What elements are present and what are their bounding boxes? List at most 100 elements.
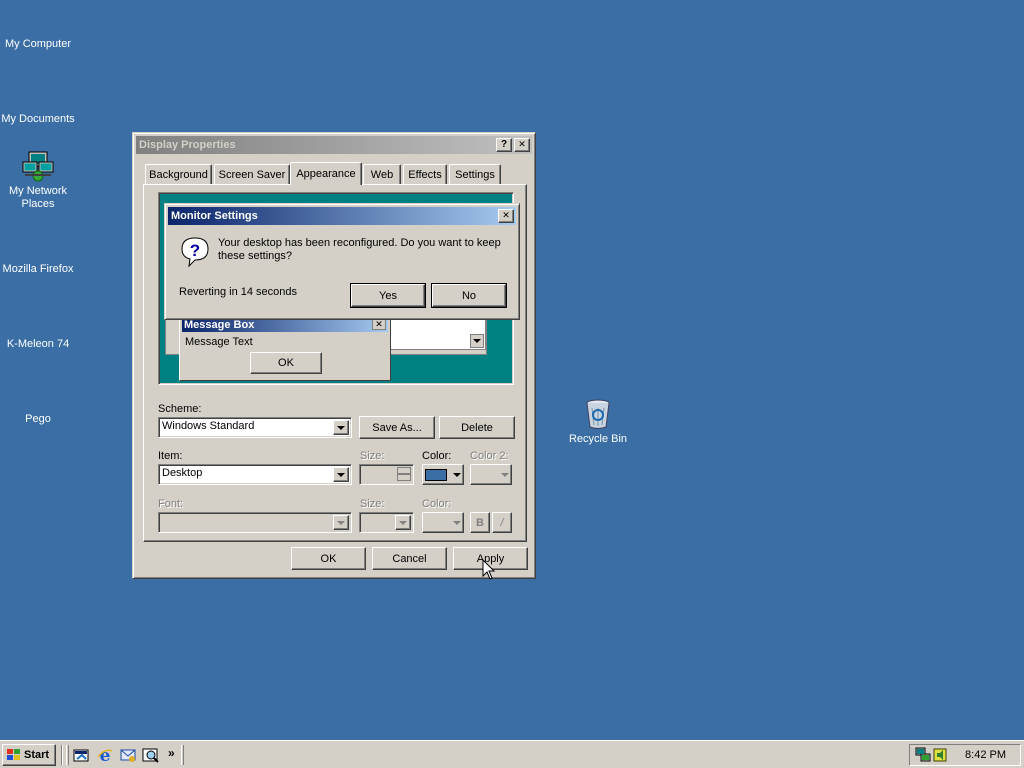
ok-button[interactable]: OK [291,547,366,570]
scheme-select[interactable]: Windows Standard [158,417,352,438]
close-button[interactable]: ✕ [514,138,530,152]
desktop-icon-label: My Documents [1,113,75,125]
dialog-title: Monitor Settings [171,210,258,222]
desktop-icon-k-meleon[interactable]: K-Meleon 74 [0,338,76,351]
monitor-settings-titlebar[interactable]: Monitor Settings ✕ [168,207,516,225]
tab-background[interactable]: Background [145,164,212,184]
volume-tray-icon[interactable] [932,747,948,763]
taskbar-grip[interactable] [181,745,184,765]
taskbar: Start e » 8:42 PM [0,740,1024,768]
start-label: Start [24,749,50,761]
color-swatch [425,468,447,481]
italic-icon: / [500,516,504,529]
desktop-icon-recycle-bin[interactable]: Recycle Bin [560,398,636,446]
scheme-label: Scheme: [158,403,202,415]
help-icon: ? [500,139,508,150]
desktop-icon-firefox[interactable]: Mozilla Firefox [0,263,76,276]
window-title: Display Properties [139,139,236,151]
internet-explorer-icon[interactable]: e [96,746,114,764]
size-spinner[interactable] [359,464,414,485]
desktop-icon-network-places[interactable]: My Network Places [0,150,76,211]
recycle-bin-icon [586,399,610,429]
chevron-down-icon [337,520,345,525]
chevron-down-icon [501,472,509,477]
scheme-value: Windows Standard [162,420,255,432]
quicklaunch-grip[interactable] [66,745,69,765]
item-select[interactable]: Desktop [158,464,352,485]
desktop-icon-my-documents[interactable]: My Documents [0,113,76,126]
spin-up-icon[interactable] [397,467,411,474]
spin-down-icon[interactable] [397,474,411,481]
color2-picker-button[interactable] [470,464,512,485]
tab-effects[interactable]: Effects [403,164,447,184]
delete-button[interactable]: Delete [439,416,515,439]
desktop-icon-label: My Computer [4,38,72,50]
clock[interactable]: 8:42 PM [965,749,1006,761]
outlook-express-icon[interactable] [119,746,137,764]
font-color-button[interactable] [422,512,464,533]
svg-text:e: e [100,746,111,764]
start-button[interactable]: Start [2,744,56,766]
explorer-search-icon[interactable] [142,746,160,764]
save-as-button[interactable]: Save As... [359,416,435,439]
svg-text:?: ? [190,241,200,260]
network-tray-icon[interactable] [914,747,932,763]
preview-message-text: Message Text [185,336,253,348]
preview-ok-button: OK [250,352,322,374]
help-button[interactable]: ? [496,138,512,152]
desktop-icon-pego[interactable]: Pego [0,413,76,426]
tab-appearance[interactable]: Appearance [290,162,362,185]
no-button[interactable]: No [431,283,507,308]
display-properties-window: Display Properties ? ✕ Background Screen… [132,132,536,579]
font-size-dropdown-button[interactable] [395,515,411,530]
bold-icon: B [476,516,484,529]
desktop-icon-label: Recycle Bin [568,433,628,445]
quicklaunch-more-chevron[interactable]: » [168,746,175,760]
show-desktop-icon[interactable] [73,747,90,763]
monitor-settings-dialog: Monitor Settings ✕ ? Your desktop has be… [164,203,520,320]
question-icon: ? [181,237,209,268]
font-size-select[interactable] [359,512,414,533]
font-dropdown-button[interactable] [333,515,349,530]
item-dropdown-button[interactable] [333,467,349,482]
cancel-button[interactable]: Cancel [372,547,447,570]
scheme-dropdown-button[interactable] [333,420,349,435]
font-select[interactable] [158,512,352,533]
color-label: Color: [422,450,452,462]
color2-label: Color 2: [470,450,509,462]
item-label: Item: [158,450,183,462]
network-places-icon [22,151,54,182]
display-properties-titlebar[interactable]: Display Properties ? ✕ [136,136,532,154]
font-color-label: Color: [422,498,452,510]
desktop-icon-label: K-Meleon 74 [6,338,70,350]
font-size-label: Size: [360,498,385,510]
chevron-down-icon [399,520,407,525]
item-value: Desktop [162,467,203,479]
preview-scroll-down [470,334,484,348]
desktop-icon-my-computer[interactable]: My Computer [0,38,76,51]
chevron-down-icon [453,520,461,525]
tab-settings[interactable]: Settings [449,164,501,184]
chevron-down-icon [453,472,461,477]
color-picker-button[interactable] [422,464,464,485]
dialog-close-button[interactable]: ✕ [498,209,514,223]
preview-message-box: Message Box ✕ Message Text OK [179,315,391,381]
color2-swatch [473,469,495,481]
countdown-text: Reverting in 14 seconds [179,286,298,298]
close-icon: ✕ [502,210,510,220]
italic-button[interactable]: / [492,512,512,533]
desktop: My Computer My Documents My Network Plac… [0,0,1024,740]
chevron-down-icon [337,425,345,430]
tab-web[interactable]: Web [363,164,401,184]
font-label: Font: [158,498,184,510]
mouse-cursor-icon [482,559,496,580]
desktop-icon-label: Mozilla Firefox [2,263,74,275]
yes-button[interactable]: Yes [350,283,426,308]
font-color-swatch [425,517,447,529]
dialog-message: Your desktop has been reconfigured. Do y… [218,237,501,262]
tab-screen-saver[interactable]: Screen Saver [214,164,290,184]
close-icon: ✕ [518,139,526,149]
size-label: Size: [360,450,385,462]
bold-button[interactable]: B [470,512,490,533]
preview-textbox [376,318,486,350]
